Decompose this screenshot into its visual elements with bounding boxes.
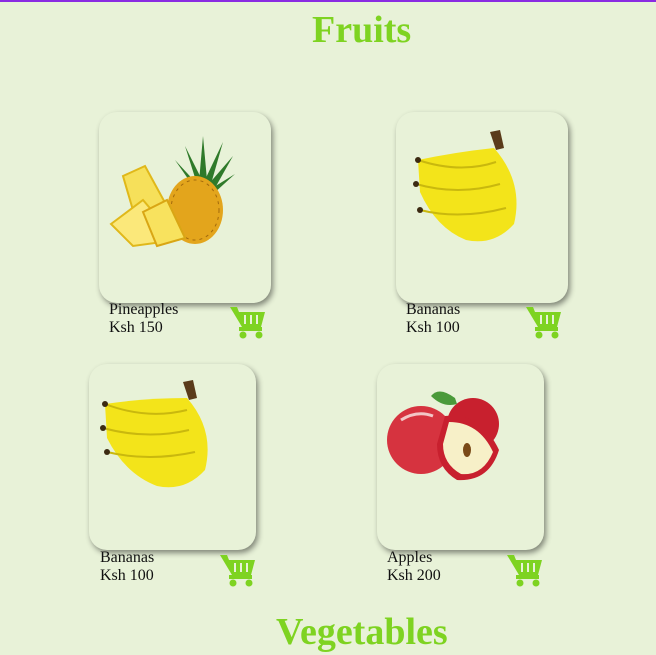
product-info: Bananas Ksh 100 (406, 301, 460, 337)
banana-image (413, 130, 517, 242)
product-price: Ksh 150 (109, 319, 163, 336)
product-name: Pineapples (109, 301, 179, 318)
apple-image (387, 391, 499, 481)
add-to-cart-icon[interactable] (507, 553, 543, 587)
product-price: Ksh 200 (387, 567, 441, 584)
top-border (0, 0, 656, 2)
add-to-cart-icon[interactable] (526, 305, 562, 339)
section-title-fruits: Fruits (312, 9, 412, 51)
product-name: Apples (387, 549, 433, 566)
product-name: Bananas (406, 301, 461, 318)
section-title-vegetables: Vegetables (276, 611, 448, 653)
product-price: Ksh 100 (406, 319, 460, 336)
product-card-bananas[interactable] (89, 364, 256, 550)
product-info: Bananas Ksh 100 (100, 549, 154, 585)
product-card-pineapples[interactable] (99, 112, 271, 303)
product-card-bananas[interactable] (396, 112, 568, 303)
pineapple-image (109, 136, 235, 248)
product-name: Bananas (100, 549, 155, 566)
product-info: Apples Ksh 200 (387, 549, 441, 585)
product-info: Pineapples Ksh 150 (109, 301, 178, 337)
add-to-cart-icon[interactable] (230, 305, 266, 339)
add-to-cart-icon[interactable] (220, 553, 256, 587)
banana-image (100, 380, 208, 488)
product-price: Ksh 100 (100, 567, 154, 584)
product-card-apples[interactable] (377, 364, 544, 550)
